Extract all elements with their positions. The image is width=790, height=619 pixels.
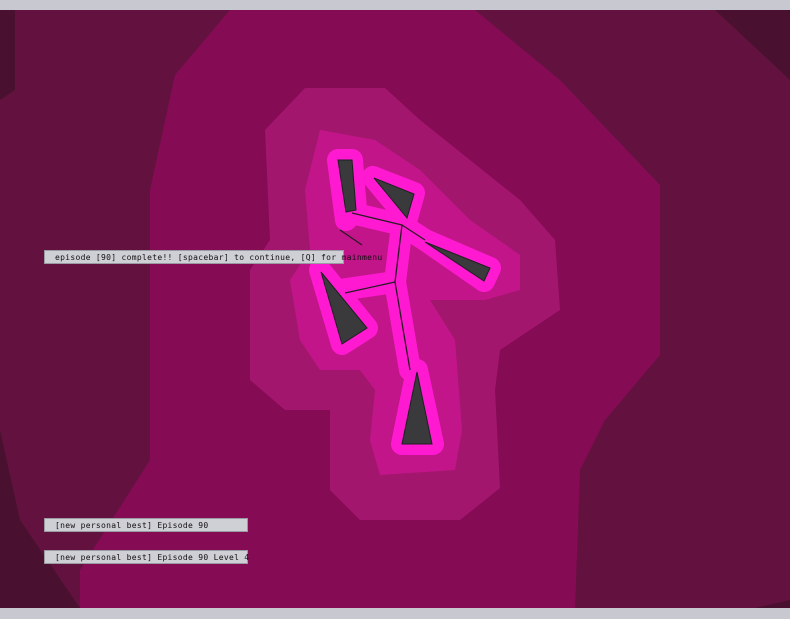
personal-best-level-message: [new personal best] Episode 90 Level 4: [44, 550, 249, 564]
episode-complete-message: episode [90] complete!! [spacebar] to co…: [44, 250, 382, 264]
top-frame-bar: [0, 0, 790, 10]
bottom-frame-bar: [0, 608, 790, 619]
personal-best-episode-message: [new personal best] Episode 90: [44, 518, 248, 532]
